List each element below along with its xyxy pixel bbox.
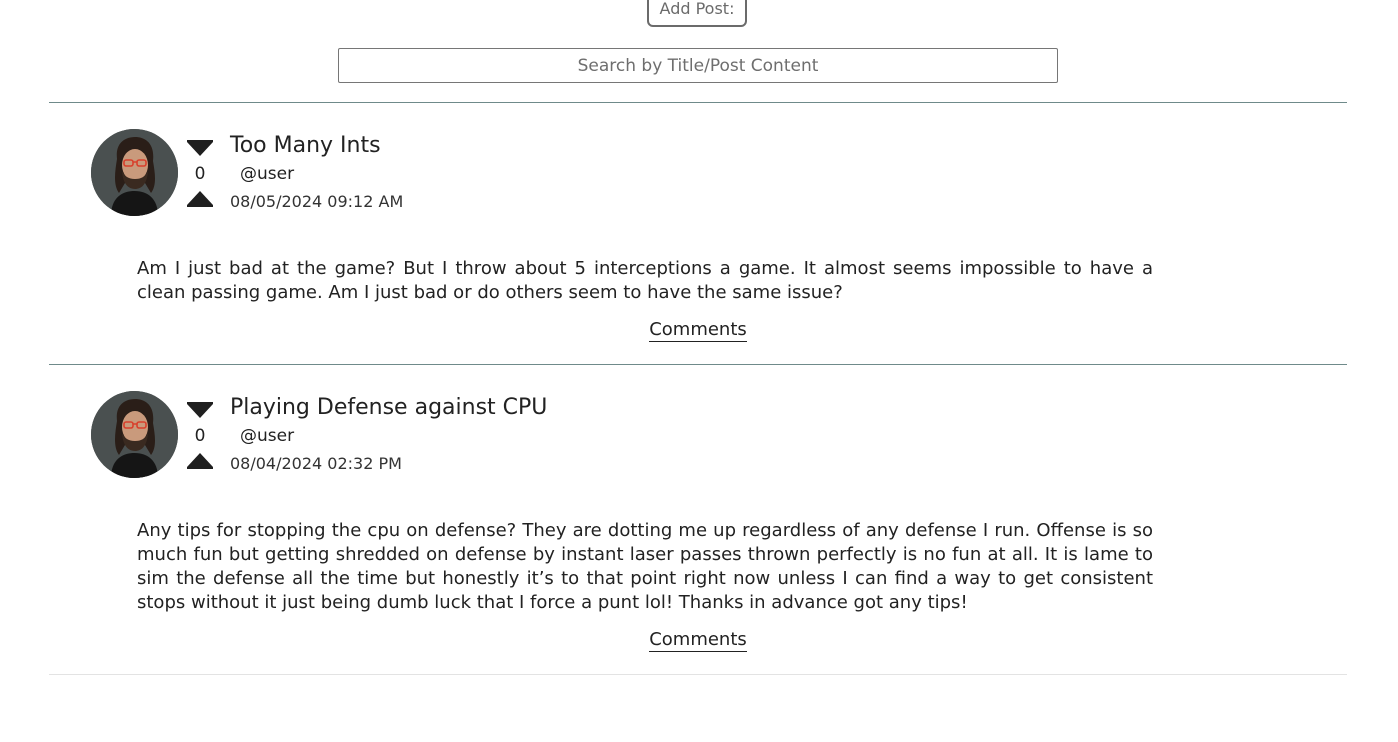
avatar[interactable]: [91, 391, 178, 478]
downvote-caret-icon[interactable]: [187, 402, 213, 418]
comments-link[interactable]: Comments: [649, 319, 747, 342]
search-input[interactable]: [338, 48, 1058, 83]
divider: [49, 102, 1347, 103]
avatar[interactable]: [91, 129, 178, 216]
upvote-caret-icon[interactable]: [187, 453, 213, 469]
user-avatar-icon: [91, 391, 178, 478]
post-title[interactable]: Playing Defense against CPU: [230, 395, 547, 420]
comments-link-wrapper: Comments: [49, 319, 1347, 342]
vote-score: 0: [194, 164, 206, 184]
downvote-caret-icon[interactable]: [187, 140, 213, 156]
add-post-button[interactable]: Add Post:: [647, 0, 747, 27]
post-title[interactable]: Too Many Ints: [230, 133, 381, 158]
comments-link-wrapper: Comments: [49, 629, 1347, 652]
post-body: Any tips for stopping the cpu on defense…: [137, 520, 1153, 613]
user-avatar-icon: [91, 129, 178, 216]
upvote-caret-icon[interactable]: [187, 191, 213, 207]
comments-link[interactable]: Comments: [649, 629, 747, 652]
post-author[interactable]: @user: [240, 164, 294, 184]
vote-score: 0: [194, 426, 206, 446]
divider: [49, 674, 1347, 675]
post-date: 08/05/2024 09:12 AM: [230, 192, 404, 211]
post-body: Am I just bad at the game? But I throw a…: [137, 258, 1153, 303]
divider: [49, 364, 1347, 365]
post-date: 08/04/2024 02:32 PM: [230, 454, 402, 473]
post-author[interactable]: @user: [240, 426, 294, 446]
